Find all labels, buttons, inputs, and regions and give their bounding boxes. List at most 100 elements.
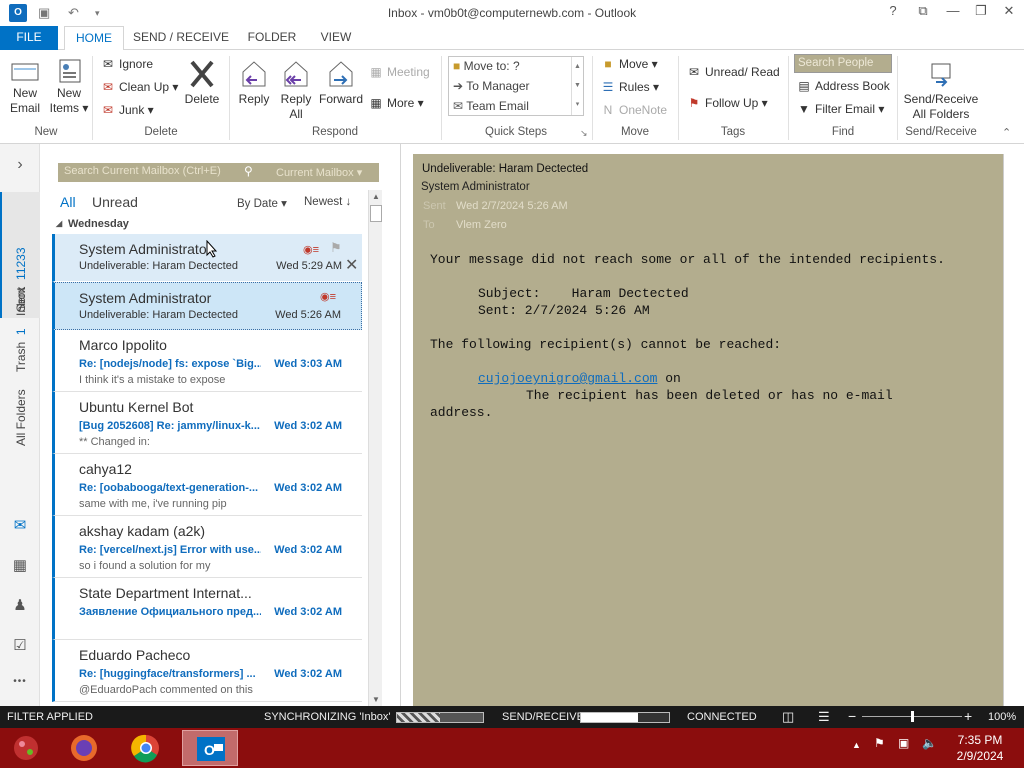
search-placeholder: Search Current Mailbox (Ctrl+E) (64, 165, 221, 177)
rules-button[interactable]: ☰ Rules ▾ (600, 78, 659, 96)
quick-step-to-manager[interactable]: ➔ To Manager (449, 77, 583, 97)
expand-folder-pane-icon[interactable]: › (11, 156, 29, 174)
dialog-launcher-icon[interactable]: ↘ (580, 128, 588, 139)
clock[interactable]: 7:35 PM 2/9/2024 (950, 732, 1010, 764)
search-icon[interactable]: ⚲ (244, 164, 253, 178)
list-item[interactable]: Marco Ippolito Re: [nodejs/node] fs: exp… (52, 330, 362, 392)
tab-home[interactable]: HOME (64, 26, 124, 51)
sort-order-toggle[interactable]: Newest ↓ (304, 196, 351, 208)
list-item[interactable]: akshay kadam (a2k) Re: [vercel/next.js] … (52, 516, 362, 578)
list-item[interactable]: System Administrator ◉≡ Undeliverable: H… (52, 282, 362, 330)
clean-up-button[interactable]: ✉ Clean Up ▾ (100, 78, 178, 96)
chrome-taskbar-button[interactable] (122, 730, 170, 766)
list-item[interactable]: Ubuntu Kernel Bot [Bug 2052608] Re: jamm… (52, 392, 362, 454)
zoom-slider-knob[interactable] (911, 711, 914, 722)
new-email-label-1: New (12, 86, 37, 100)
reading-view-icon[interactable]: ☰ (818, 709, 830, 725)
quick-step-team-email[interactable]: ✉ Team Email (449, 97, 583, 117)
junk-button[interactable]: ✉ Junk ▾ (100, 101, 154, 119)
search-scope-dropdown[interactable]: Current Mailbox ▾ (276, 166, 362, 179)
meeting-button[interactable]: ▦ Meeting (368, 63, 429, 81)
delete-button[interactable]: Delete (180, 58, 224, 107)
scroll-up-icon[interactable]: ▲ (369, 192, 383, 201)
reply-button[interactable]: Reply (234, 58, 274, 107)
help-button[interactable]: ? (882, 3, 904, 18)
group-header-wednesday[interactable]: ◢ Wednesday (52, 214, 362, 234)
sort-by-dropdown[interactable]: By Date ▾ (237, 196, 287, 210)
filter-unread[interactable]: Unread (92, 194, 138, 210)
tab-send-receive[interactable]: SEND / RECEIVE (132, 26, 230, 50)
tab-folder[interactable]: FOLDER (242, 26, 302, 50)
message-from-header[interactable]: System Administrator (421, 181, 530, 193)
message-time: Wed 3:02 AM (274, 668, 342, 680)
scroll-down-icon[interactable]: ▼ (369, 695, 383, 704)
network-icon[interactable]: ▣ (898, 736, 909, 750)
tab-file[interactable]: FILE (0, 26, 58, 50)
tasks-icon[interactable]: ☑ (11, 636, 29, 654)
close-button[interactable]: ✕ (998, 3, 1020, 19)
clean-up-icon: ✉ (102, 80, 114, 94)
ignore-button[interactable]: ✉ Ignore (100, 55, 153, 73)
search-mailbox-input[interactable]: Search Current Mailbox (Ctrl+E) ⚲ Curren… (58, 163, 379, 182)
filter-email-button[interactable]: ▼ Filter Email ▾ (796, 100, 884, 118)
sent-label: Sent (423, 200, 446, 212)
more-respond-button[interactable]: ▦ More ▾ (368, 94, 423, 112)
mail-icon: ✉ (453, 99, 464, 113)
outlook-taskbar-button[interactable]: O (182, 730, 238, 766)
volume-icon[interactable]: 🔈 (922, 736, 937, 750)
more-icon[interactable]: ••• (11, 676, 29, 687)
quick-step-move-to[interactable]: ■ Move to: ? (449, 57, 583, 77)
filter-all[interactable]: All (60, 194, 76, 210)
onenote-label: OneNote (619, 103, 668, 117)
zoom-level[interactable]: 100% (988, 711, 1016, 723)
collapse-triangle-icon[interactable]: ◢ (56, 214, 62, 234)
normal-view-icon[interactable]: ◫ (782, 709, 794, 725)
maximize-button[interactable]: ❐ (970, 3, 992, 19)
new-email-button[interactable]: New Email (4, 58, 46, 116)
send-receive-all-button[interactable]: Send/Receive All Folders (900, 58, 982, 122)
action-center-icon[interactable]: ⚑ (874, 736, 885, 750)
collapse-ribbon-icon[interactable]: ⌃ (1002, 126, 1011, 139)
message-to[interactable]: Vlem Zero (456, 219, 507, 231)
zoom-in-icon[interactable]: + (964, 708, 972, 724)
message-sender: Ubuntu Kernel Bot (79, 399, 194, 415)
message-subject-header: Undeliverable: Haram Dectected (422, 163, 589, 175)
message-list-scrollbar[interactable]: ▲ ▼ (368, 190, 382, 706)
firefox-taskbar-button[interactable] (60, 730, 108, 766)
clock-date: 2/9/2024 (956, 749, 1004, 763)
recipient-link[interactable]: cujojoeynigro@gmail.com (478, 371, 657, 386)
list-item[interactable]: cahya12 Re: [oobabooga/text-generation-.… (52, 454, 362, 516)
start-button[interactable] (2, 730, 50, 766)
onenote-button[interactable]: N OneNote (600, 101, 667, 119)
follow-up-button[interactable]: ⚑ Follow Up ▾ (686, 94, 768, 112)
reminder-icon: ◉≡ (303, 244, 320, 256)
list-item[interactable]: Eduardo Pacheco Re: [huggingface/transfo… (52, 640, 362, 702)
move-button[interactable]: ■ Move ▾ (600, 55, 657, 73)
unread-read-button[interactable]: ✉ Unread/ Read (686, 63, 780, 81)
nav-sent[interactable]: Sent (14, 287, 28, 312)
nav-trash[interactable]: Trash 1 (14, 328, 28, 372)
scroll-thumb[interactable] (370, 205, 382, 222)
search-people-input[interactable]: Search People (794, 54, 892, 73)
reply-all-button[interactable]: Reply All (276, 58, 316, 122)
list-item[interactable]: State Department Internat... Заявление О… (52, 578, 362, 640)
ribbon-display-options-button[interactable]: ⧉ (912, 3, 934, 19)
people-icon[interactable]: ♟ (11, 596, 29, 614)
message-time: Wed 3:02 AM (274, 544, 342, 556)
calendar-icon[interactable]: ▦ (11, 556, 29, 574)
show-hidden-icons[interactable]: ▲ (852, 740, 861, 750)
address-book-button[interactable]: ▤ Address Book (796, 77, 889, 95)
forward-button[interactable]: Forward (318, 58, 364, 107)
zoom-out-icon[interactable]: − (848, 708, 856, 724)
trash-label: Trash (14, 341, 28, 372)
delete-message-icon[interactable]: ✕ (345, 255, 358, 275)
new-items-button[interactable]: New Items ▾ (48, 58, 90, 116)
minimize-button[interactable]: — (942, 3, 964, 18)
mail-icon[interactable]: ✉ (11, 516, 29, 534)
nav-all-folders[interactable]: All Folders (14, 389, 28, 446)
reading-pane: Undeliverable: Haram Dectected System Ad… (400, 144, 1024, 706)
send-receive-icon (931, 63, 951, 87)
flag-icon[interactable]: ⚑ (330, 240, 342, 256)
quick-steps-scroll[interactable]: ▲ ▼ ▾ (571, 57, 583, 115)
tab-view[interactable]: VIEW (312, 26, 360, 50)
